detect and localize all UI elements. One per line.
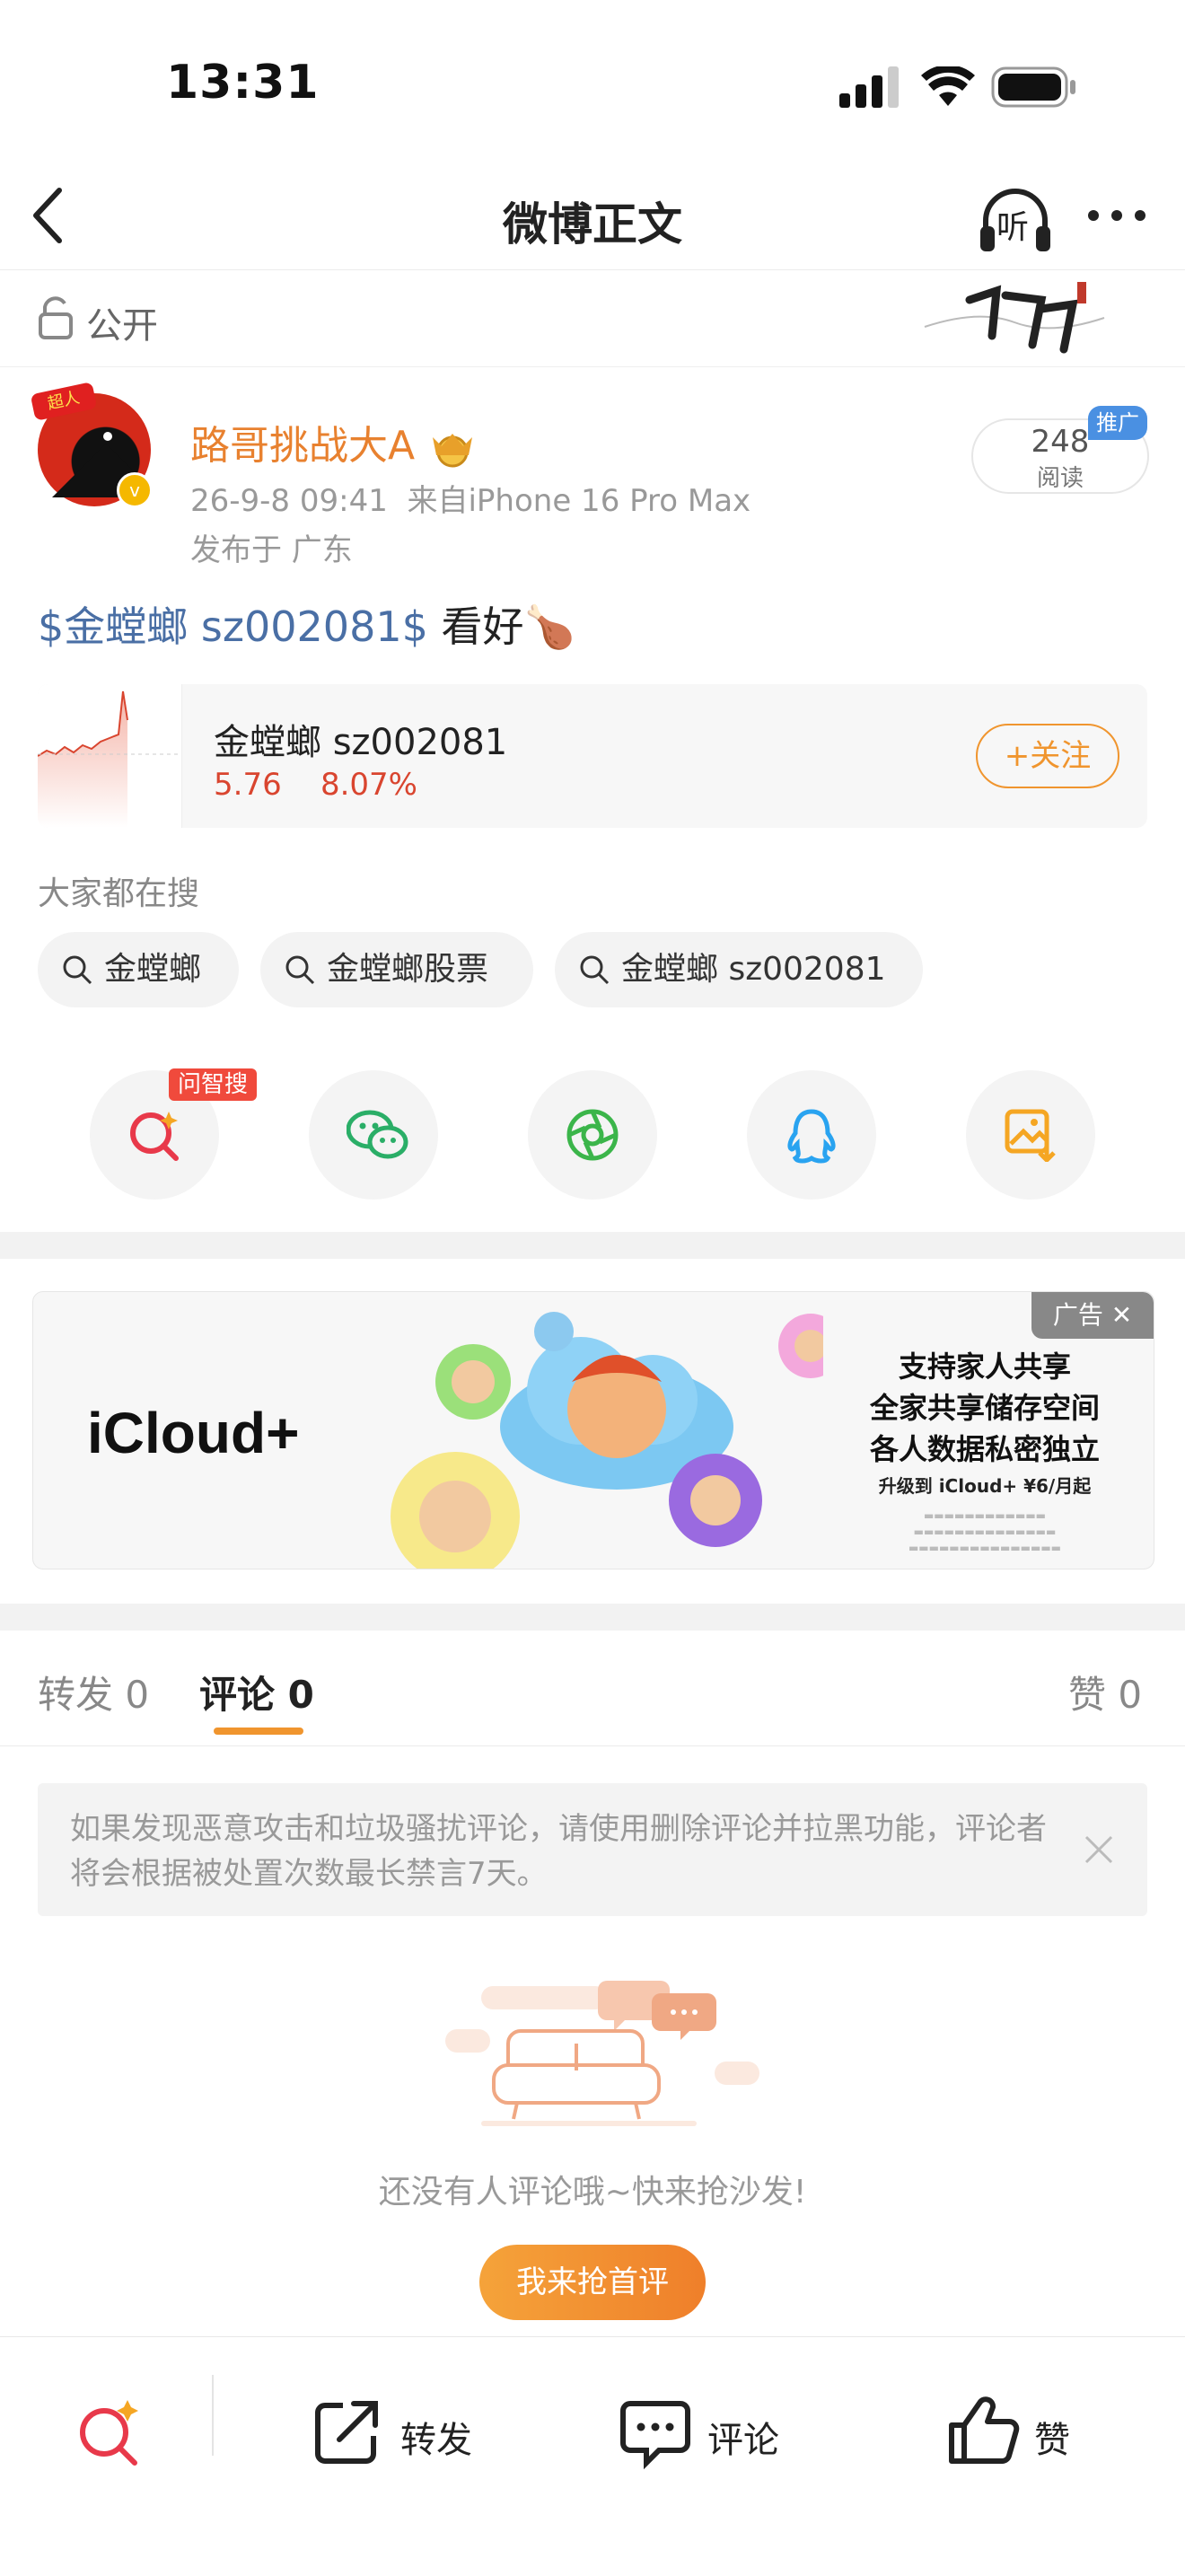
like-button[interactable]: 赞 (948, 2382, 1110, 2481)
ad-close-tag[interactable]: 广告 ✕ (1031, 1292, 1154, 1339)
section-divider (0, 1232, 1185, 1259)
first-comment-button[interactable]: 我来抢首评 (479, 2245, 706, 2320)
moments-icon (566, 1109, 619, 1161)
more-icon[interactable] (1084, 205, 1149, 226)
repost-button[interactable]: 转发 (312, 2382, 510, 2481)
listen-label: 听 (996, 209, 1030, 246)
read-label: 阅读 (1036, 465, 1084, 492)
tab-active-indicator (214, 1728, 303, 1735)
empty-comments-text: 还没有人评论哦~快来抢沙发! (378, 2174, 807, 2211)
tab-like[interactable]: 赞 0 (1068, 1665, 1142, 1719)
battery-icon (991, 66, 1075, 108)
moments-share-button[interactable] (528, 1070, 657, 1200)
promo-tag[interactable]: 推广 (1088, 406, 1147, 440)
qq-share-button[interactable] (747, 1070, 876, 1200)
post-location: 发布于 广东 (190, 532, 353, 568)
ad-price: 升级到 iCloud+ ¥6/月起 (878, 1475, 1092, 1497)
post-source: 来自iPhone 16 Pro Max (407, 483, 751, 519)
comment-label: 评论 (707, 2420, 779, 2461)
ai-search-badge: 问智搜 (169, 1068, 257, 1101)
stock-topic-link[interactable]: $金螳螂 sz002081$ (38, 602, 428, 651)
comment-icon (620, 2401, 690, 2470)
wechat-icon (347, 1110, 408, 1159)
interaction-tabs: 转发 0 评论 0 赞 0 (0, 1629, 1185, 1746)
search-chip[interactable]: 金螳螂股票 (260, 932, 533, 1007)
signal-icon (839, 66, 899, 108)
calligraphy-decoration-icon (924, 282, 1105, 354)
visibility-row: 公开 (0, 269, 1185, 367)
tab-repost[interactable]: 转发 0 (38, 1665, 149, 1719)
visibility-label: 公开 (86, 305, 158, 347)
status-bar: 13:31 (0, 0, 1185, 162)
ad-copy: 支持家人共享 全家共享储存空间 各人数据私密独立 (869, 1350, 1100, 1466)
like-label: 赞 (1034, 2420, 1070, 2461)
save-image-button[interactable] (966, 1070, 1095, 1200)
stock-mini-chart (38, 684, 182, 828)
search-icon (285, 955, 315, 985)
follow-button[interactable]: +关注 (976, 724, 1119, 788)
stock-name: 金螳螂 sz002081 (214, 722, 508, 763)
save-image-icon (1005, 1109, 1056, 1162)
ad-brand: iCloud+ (87, 1401, 300, 1465)
stock-change: 8.07% (320, 767, 417, 803)
stock-sparkline-icon (38, 690, 181, 828)
notice-text: 如果发现恶意攻击和垃圾骚扰评论，请使用删除评论并拉黑功能，评论者将会根据被处置次… (70, 1811, 1047, 1892)
bottom-separator (212, 2375, 214, 2456)
ai-search-icon (130, 1112, 179, 1161)
ad-fineprint-decoration: ▬▬▬▬▬▬▬▬▬▬▬▬ ▬▬▬▬▬▬▬▬▬▬▬▬▬▬ ▬▬▬▬▬▬▬▬▬▬▬▬▬▬… (908, 1509, 1062, 1554)
stock-quote: 5.76 8.07% (214, 767, 417, 803)
verified-badge-icon: v (117, 472, 153, 508)
author-name[interactable]: 路哥挑战大A (190, 413, 478, 470)
bottom-action-bar: 转发 评论 赞 (0, 2336, 1185, 2576)
tab-comment[interactable]: 评论 0 (199, 1665, 314, 1719)
search-chip[interactable]: 金螳螂 (38, 932, 239, 1007)
post-text: $金螳螂 sz002081$ 看好🍗 (38, 594, 575, 654)
stock-price: 5.76 (214, 767, 282, 803)
avatar-badge: 超人 (30, 382, 98, 421)
search-icon (580, 955, 610, 985)
repost-icon (315, 2401, 378, 2464)
qq-icon (787, 1109, 836, 1164)
wifi-icon (921, 66, 975, 106)
post-time: 26-9-8 09:41 (190, 483, 388, 519)
ai-search-icon[interactable] (72, 2396, 144, 2468)
post-meta: 26-9-8 09:41 来自iPhone 16 Pro Max (190, 476, 750, 520)
stock-card[interactable]: 金螳螂 sz002081 5.76 8.07% +关注 (38, 684, 1147, 828)
repost-label: 转发 (400, 2420, 472, 2461)
listen-button[interactable]: 听 (977, 181, 1054, 259)
post-text-rest: 看好🍗 (427, 602, 575, 651)
comment-button[interactable]: 评论 (619, 2382, 817, 2481)
close-icon[interactable] (1083, 1833, 1115, 1866)
lock-open-icon (39, 296, 73, 339)
trending-search-title: 大家都在搜 (38, 875, 200, 912)
ad-banner[interactable]: iCloud+ 支持家人共享 全家共享储存空间 各人数据私密独立 升级到 iCl… (32, 1291, 1154, 1569)
sofa-empty-illustration-icon (445, 1981, 759, 2126)
search-chip[interactable]: 金螳螂 sz002081 (555, 932, 923, 1007)
thumbs-up-icon (949, 2396, 1020, 2464)
search-icon (63, 955, 92, 985)
wechat-share-button[interactable] (309, 1070, 438, 1200)
memoji-cloud-illustration-icon (391, 1312, 823, 1569)
nav-bar: 微博正文 听 (0, 162, 1185, 270)
section-divider (0, 1604, 1185, 1631)
comment-notice: 如果发现恶意攻击和垃圾骚扰评论，请使用删除评论并拉黑功能，评论者将会根据被处置次… (38, 1783, 1147, 1916)
status-time: 13:31 (166, 56, 320, 110)
crown-medal-icon (433, 434, 473, 468)
author-avatar[interactable]: 超人 v (30, 382, 153, 508)
